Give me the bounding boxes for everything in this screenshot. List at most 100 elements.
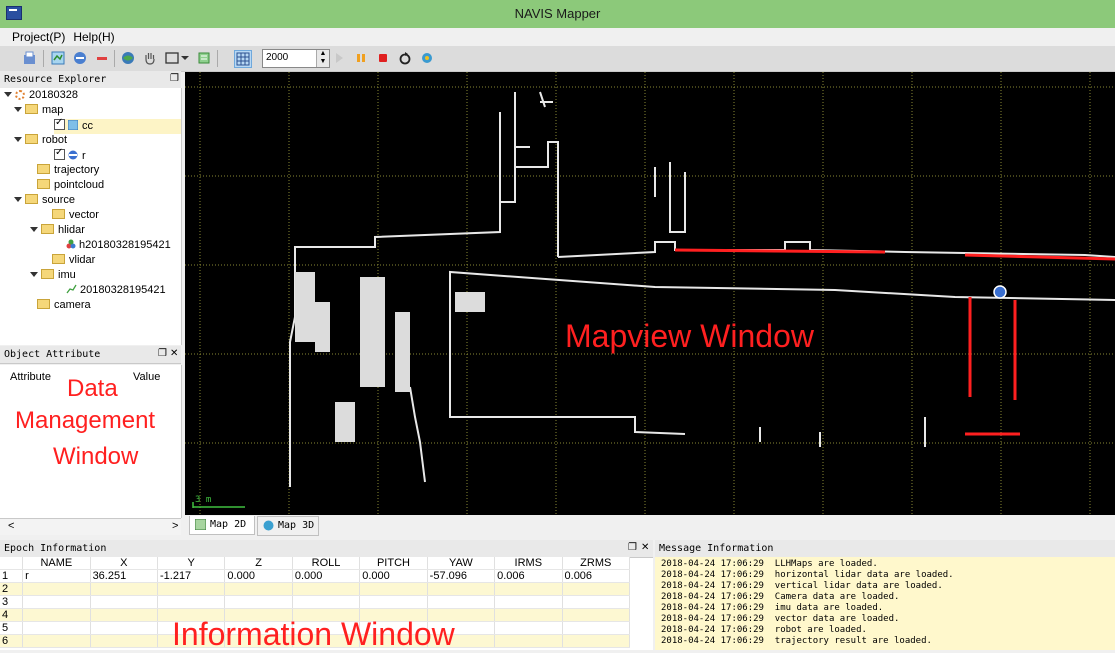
- pan-hand-icon[interactable]: [142, 50, 158, 66]
- column-header[interactable]: ZRMS: [562, 557, 631, 570]
- message-information-panel: Message Information 2018-04-24 17:06:29 …: [655, 540, 1115, 650]
- column-header[interactable]: NAME: [22, 557, 91, 570]
- log-line: 2018-04-24 17:06:29 horizontal lidar dat…: [661, 570, 954, 580]
- chevron-down-icon[interactable]: [180, 50, 190, 66]
- globe-icon: [263, 520, 274, 531]
- overlay-information: Information Window: [172, 616, 455, 652]
- visibility-checkbox[interactable]: [54, 147, 65, 160]
- tab-map-3d[interactable]: Map 3D: [257, 516, 319, 536]
- log-line: 2018-04-24 17:06:29 vector data are load…: [661, 614, 900, 624]
- map-2d-icon: [195, 519, 206, 530]
- message-information-title: Message Information: [659, 543, 774, 554]
- folder-icon: [37, 299, 50, 309]
- menu-help[interactable]: Help(H): [69, 28, 118, 44]
- save-icon[interactable]: [22, 50, 38, 66]
- column-header[interactable]: X: [90, 557, 158, 570]
- expand-icon[interactable]: [30, 227, 38, 232]
- tab-map-2d[interactable]: Map 2D: [189, 516, 255, 535]
- scroll-left-icon[interactable]: <: [8, 520, 14, 532]
- robot-position-icon[interactable]: [993, 285, 1007, 299]
- grid-toggle[interactable]: [234, 50, 252, 68]
- column-header[interactable]: ROLL: [292, 557, 361, 570]
- select-rect-icon[interactable]: [164, 50, 180, 66]
- stop-icon[interactable]: [375, 50, 391, 66]
- lidar-data-icon: [66, 239, 76, 249]
- message-log[interactable]: 2018-04-24 17:06:29 LLHMaps are loaded. …: [655, 557, 1115, 650]
- expand-icon[interactable]: [14, 107, 22, 112]
- settings-icon[interactable]: [419, 50, 435, 66]
- epoch-information-title: Epoch Information: [4, 543, 107, 554]
- expand-icon[interactable]: [4, 92, 12, 97]
- tree-node-imu-20180328195421[interactable]: 20180328195421: [66, 284, 166, 299]
- close-icon[interactable]: ✕: [170, 348, 178, 359]
- zoom-level-spinbox[interactable]: 2000 ▲ ▼: [262, 49, 330, 68]
- tree-node-imu[interactable]: imu: [30, 269, 76, 284]
- folder-icon: [37, 164, 50, 174]
- zoom-fit-icon[interactable]: [50, 50, 66, 66]
- scroll-right-icon[interactable]: >: [172, 520, 178, 532]
- expand-icon[interactable]: [14, 137, 22, 142]
- grid-icon: [236, 52, 250, 66]
- tree-node-project[interactable]: 20180328: [4, 89, 78, 104]
- folder-icon: [25, 104, 38, 114]
- table-row[interactable]: 1 r 36.251 -1.217 0.000 0.000 0.000 -57.…: [0, 569, 631, 583]
- overlay-data-line1: Data: [67, 375, 118, 402]
- folder-icon: [52, 254, 65, 264]
- float-panel-icon[interactable]: ❐: [170, 73, 179, 84]
- pause-icon[interactable]: [353, 50, 369, 66]
- title-bar: NAVIS Mapper: [0, 0, 1115, 28]
- visibility-checkbox[interactable]: [54, 117, 65, 130]
- spin-buttons[interactable]: ▲ ▼: [316, 50, 329, 67]
- tree-node-camera[interactable]: camera: [37, 299, 91, 314]
- column-header[interactable]: YAW: [427, 557, 496, 570]
- folder-icon: [52, 209, 65, 219]
- tree-node-source[interactable]: source: [14, 194, 75, 209]
- map-view-2d[interactable]: 3 m: [185, 72, 1115, 515]
- column-header[interactable]: IRMS: [494, 557, 563, 570]
- tree-node-vector[interactable]: vector: [52, 209, 99, 224]
- log-line: 2018-04-24 17:06:29 robot are loaded.: [661, 625, 867, 635]
- table-row[interactable]: 3: [0, 595, 631, 609]
- zoom-out-icon[interactable]: [94, 50, 110, 66]
- tree-node-r[interactable]: r: [54, 147, 86, 164]
- attribute-column-header: Attribute: [10, 371, 51, 383]
- column-header[interactable]: Z: [224, 557, 293, 570]
- map-canvas[interactable]: 3 m: [185, 72, 1115, 515]
- expand-icon[interactable]: [30, 272, 38, 277]
- log-line: 2018-04-24 17:06:29 LLHMaps are loaded.: [661, 559, 878, 569]
- folder-icon: [41, 224, 54, 234]
- folder-icon: [37, 179, 50, 189]
- table-row[interactable]: 2: [0, 582, 631, 596]
- replay-icon[interactable]: [397, 50, 413, 66]
- zoom-in-icon[interactable]: [72, 50, 88, 66]
- raster-map-icon: [67, 119, 79, 131]
- tree-node-cc[interactable]: cc: [54, 117, 181, 134]
- zoom-level-value: 2000: [266, 52, 289, 63]
- overlay-data-line3: Window: [53, 443, 139, 470]
- tree-node-vlidar[interactable]: vlidar: [52, 254, 95, 269]
- layer-icon[interactable]: [196, 50, 212, 66]
- toolbar: 2000 ▲ ▼: [0, 46, 1115, 72]
- column-header[interactable]: Y: [157, 557, 226, 570]
- menu-bar: Project(P) Help(H): [0, 28, 1115, 46]
- column-header[interactable]: PITCH: [359, 557, 428, 570]
- folder-icon: [25, 134, 38, 144]
- float-panel-icon[interactable]: ❐: [158, 348, 167, 359]
- play-icon[interactable]: [331, 50, 347, 66]
- log-line: 2018-04-24 17:06:29 trajectory result ar…: [661, 636, 932, 646]
- map-scale-label: 3 m: [195, 495, 211, 505]
- globe-icon[interactable]: [120, 50, 136, 66]
- float-panel-icon[interactable]: ❐: [628, 542, 637, 553]
- horizontal-scrollbar[interactable]: < >: [0, 518, 181, 535]
- object-attribute-title: Object Attribute: [4, 349, 101, 360]
- tree-node-h20180328195421[interactable]: h20180328195421: [66, 239, 171, 254]
- resource-explorer-title: Resource Explorer: [4, 74, 107, 85]
- robot-icon: [68, 150, 78, 160]
- tree-node-pointcloud[interactable]: pointcloud: [37, 179, 104, 194]
- close-icon[interactable]: ✕: [641, 542, 649, 553]
- expand-icon[interactable]: [14, 197, 22, 202]
- tree-node-trajectory[interactable]: trajectory: [37, 164, 99, 179]
- project-icon: [15, 90, 25, 100]
- tree-node-hlidar[interactable]: hlidar: [30, 224, 85, 239]
- menu-project[interactable]: Project(P): [0, 28, 69, 44]
